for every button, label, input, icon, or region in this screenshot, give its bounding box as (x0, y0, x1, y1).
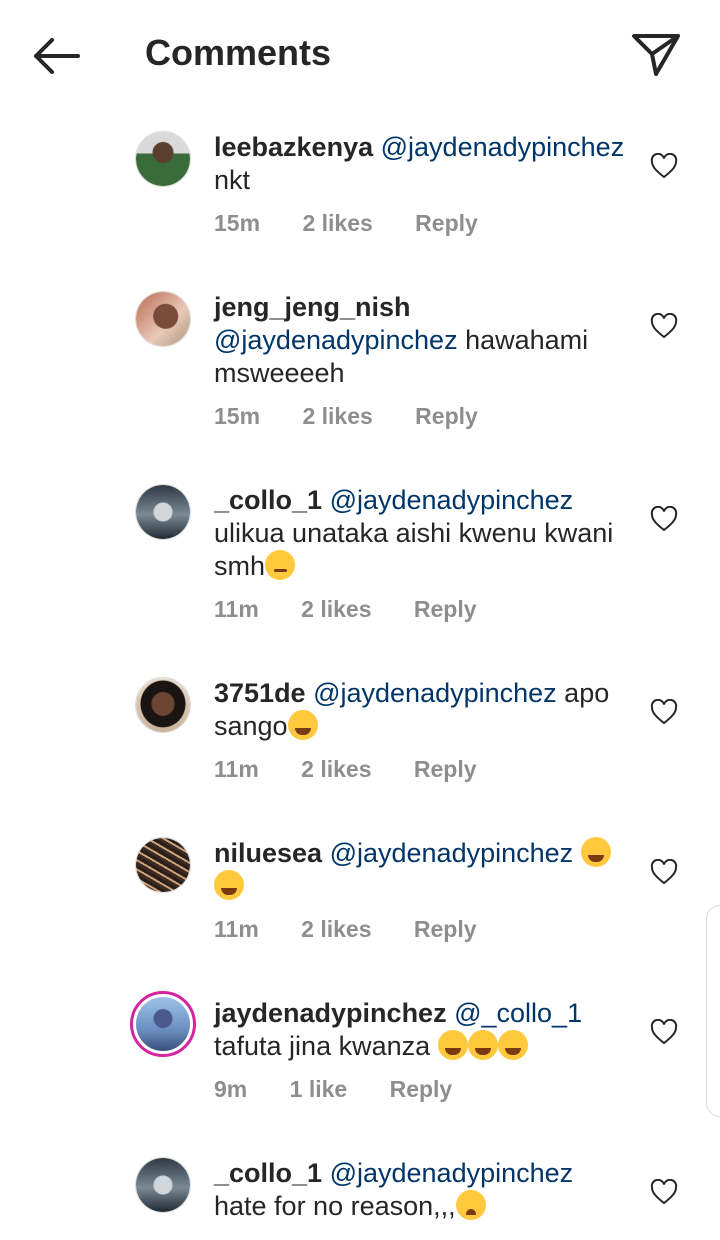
comment-item: _collo_1 @jaydenadypinchez ulikua unatak… (0, 478, 720, 648)
comment-mention[interactable]: @_collo_1 (454, 998, 582, 1028)
comment-meta: 11m 2 likes Reply (214, 756, 513, 783)
comment-item: niluesea @jaydenadypinchez 11m 2 likes R… (0, 831, 720, 971)
comment-text: hate for no reason,,, (214, 1191, 456, 1221)
comment-meta: 15m 2 likes Reply (214, 210, 514, 237)
page-title: Comments (145, 32, 332, 73)
comment-item: 3751de @jaydenadypinchez apo sango 11m 2… (0, 671, 720, 811)
heart-icon[interactable] (650, 859, 678, 885)
reply-button[interactable]: Reply (414, 916, 477, 943)
comment-time: 15m (214, 403, 261, 429)
header: Comments (0, 0, 720, 110)
comment-item: jeng_jeng_nish @jaydenadypinchez hawaham… (0, 285, 720, 455)
comment-item: leebazkenya @jaydenadypinchez nkt 15m 2 … (0, 125, 720, 265)
tears-of-joy-emoji (467, 1030, 498, 1060)
smirking-face-emoji (265, 550, 296, 580)
heart-icon[interactable] (650, 1179, 678, 1205)
comment-meta: 11m 2 likes Reply (214, 596, 513, 623)
comment-username[interactable]: niluesea (214, 838, 322, 868)
reply-button[interactable]: Reply (414, 596, 477, 623)
comment-likes[interactable]: 1 like (290, 1076, 348, 1103)
avatar[interactable] (135, 291, 191, 347)
comment-mention[interactable]: @jaydenadypinchez (214, 325, 458, 355)
heart-icon[interactable] (650, 313, 678, 339)
comment-username[interactable]: jeng_jeng_nish (214, 292, 411, 322)
comment-time: 11m (214, 916, 259, 942)
comment-item: _collo_1 @jaydenadypinchez hate for no r… (0, 1151, 720, 1240)
tears-of-joy-emoji (214, 870, 244, 900)
comment-meta: 15m 2 likes Reply (214, 403, 514, 430)
avatar[interactable] (135, 837, 191, 893)
arrow-left-icon (34, 38, 80, 74)
back-button[interactable] (30, 34, 82, 78)
tears-of-joy-emoji (437, 1030, 468, 1060)
comment-likes[interactable]: 2 likes (302, 403, 372, 430)
comment-mention[interactable]: @jaydenadypinchez (313, 678, 557, 708)
comment-likes[interactable]: 2 likes (302, 210, 372, 237)
comment-text: tafuta jina kwanza (214, 1031, 438, 1061)
avatar-with-story-ring[interactable] (130, 991, 196, 1057)
comment-username[interactable]: jaydenadypinchez (214, 998, 447, 1028)
reply-button[interactable]: Reply (415, 210, 478, 237)
reply-button[interactable]: Reply (414, 756, 477, 783)
share-button[interactable] (630, 30, 682, 78)
comment-likes[interactable]: 2 likes (301, 596, 371, 623)
comment-time: 11m (214, 596, 259, 622)
tears-of-joy-emoji (497, 1030, 528, 1060)
avatar[interactable] (135, 1157, 191, 1213)
heart-icon[interactable] (650, 153, 678, 179)
comment-likes[interactable]: 2 likes (301, 756, 371, 783)
comment-mention[interactable]: @jaydenadypinchez (381, 132, 625, 162)
avatar[interactable] (135, 484, 191, 540)
comment-likes[interactable]: 2 likes (301, 916, 371, 943)
comment-username[interactable]: 3751de (214, 678, 306, 708)
comment-item: jaydenadypinchez @_collo_1 tafuta jina k… (0, 991, 720, 1131)
comment-time: 9m (214, 1076, 248, 1102)
tears-of-joy-emoji (287, 710, 318, 740)
comment-text (573, 838, 581, 868)
heart-icon[interactable] (650, 1019, 678, 1045)
comment-username[interactable]: _collo_1 (214, 1158, 322, 1188)
comment-meta: 11m 2 likes Reply (214, 916, 513, 943)
reply-button[interactable]: Reply (390, 1076, 453, 1103)
comment-username[interactable]: _collo_1 (214, 485, 322, 515)
heart-icon[interactable] (650, 699, 678, 725)
edge-panel-handle[interactable] (706, 905, 720, 1117)
comment-time: 15m (214, 210, 261, 236)
crying-face-emoji (455, 1190, 486, 1220)
comment-mention[interactable]: @jaydenadypinchez (330, 838, 574, 868)
tears-of-joy-emoji (580, 837, 611, 867)
avatar[interactable] (135, 677, 191, 733)
comment-meta: 9m 1 like Reply (214, 1076, 488, 1103)
comment-time: 11m (214, 756, 259, 782)
heart-icon[interactable] (650, 506, 678, 532)
paper-plane-icon (632, 34, 680, 76)
reply-button[interactable]: Reply (415, 403, 478, 430)
avatar[interactable] (135, 131, 191, 187)
comment-username[interactable]: leebazkenya (214, 132, 373, 162)
comment-mention[interactable]: @jaydenadypinchez (330, 485, 574, 515)
comment-text: nkt (214, 165, 251, 195)
comment-mention[interactable]: @jaydenadypinchez (330, 1158, 574, 1188)
